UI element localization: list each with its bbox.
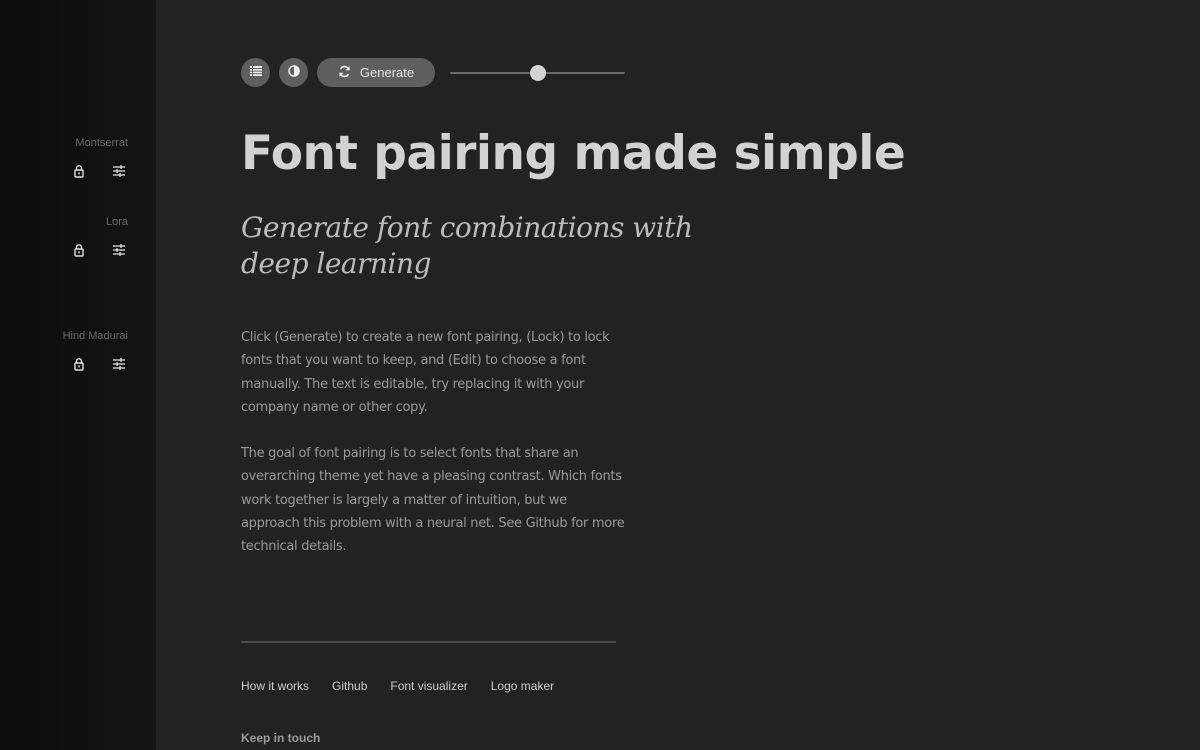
lock-icon[interactable] <box>72 243 86 257</box>
body-paragraph[interactable]: The goal of font pairing is to select fo… <box>241 442 626 558</box>
link-how-it-works[interactable]: How it works <box>241 679 309 693</box>
size-slider[interactable] <box>450 63 625 83</box>
list-view-button[interactable] <box>241 58 270 87</box>
lock-icon[interactable] <box>72 164 86 178</box>
slider-thumb[interactable] <box>529 64 546 81</box>
link-logo-maker[interactable]: Logo maker <box>491 679 554 693</box>
sidebar: Montserrat Lora Hind Madurai <box>0 0 156 750</box>
list-icon <box>249 64 262 82</box>
body-paragraph[interactable]: Click (Generate) to create a new font pa… <box>241 326 626 419</box>
font-group-lora: Lora <box>18 216 128 257</box>
sliders-icon[interactable] <box>112 164 126 178</box>
font-group-hind-madurai: Hind Madurai <box>18 330 128 371</box>
refresh-icon <box>338 65 351 81</box>
toolbar: Generate <box>241 58 625 87</box>
contrast-toggle-button[interactable] <box>279 58 308 87</box>
divider <box>241 641 616 643</box>
sliders-icon[interactable] <box>112 357 126 371</box>
font-group-montserrat: Montserrat <box>18 137 128 178</box>
keep-in-touch-heading: Keep in touch <box>241 731 321 745</box>
link-font-visualizer[interactable]: Font visualizer <box>390 679 467 693</box>
main-content: Generate Font pairing made simple Genera… <box>156 0 1200 750</box>
footer-nav: How it works Github Font visualizer Logo… <box>241 679 554 693</box>
font-name-label: Montserrat <box>75 137 128 149</box>
page-title[interactable]: Font pairing made simple <box>241 126 906 181</box>
generate-label: Generate <box>359 65 415 80</box>
font-name-label: Hind Madurai <box>62 330 128 342</box>
link-github[interactable]: Github <box>332 679 367 693</box>
page-subtitle[interactable]: Generate font combinations with deep lea… <box>241 210 711 282</box>
lock-icon[interactable] <box>72 357 86 371</box>
font-name-label: Lora <box>105 216 128 228</box>
contrast-icon <box>287 64 300 82</box>
sliders-icon[interactable] <box>112 243 126 257</box>
generate-button[interactable]: Generate <box>317 58 435 87</box>
